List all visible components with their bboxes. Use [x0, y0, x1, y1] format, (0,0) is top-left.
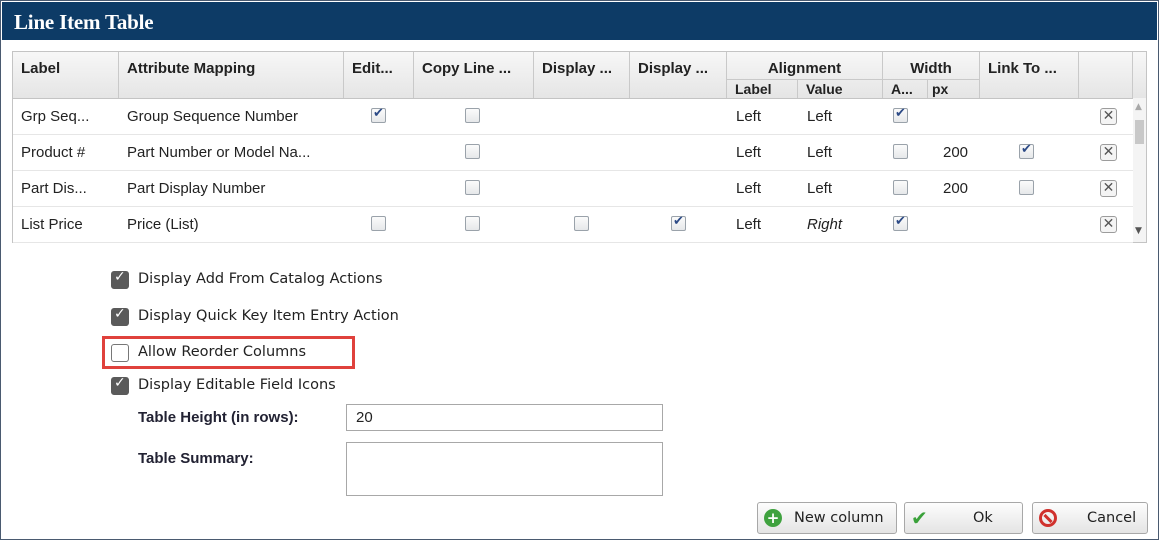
delete-row-close-icon[interactable]: ✕: [1100, 144, 1117, 161]
highlight-box: [102, 336, 355, 369]
option-label[interactable]: Display Add From Catalog Actions: [138, 271, 383, 287]
grid-header: Label Attribute Mapping Edit... Copy Lin…: [13, 52, 1146, 99]
cell-label[interactable]: Product #: [21, 144, 85, 161]
new-column-button-label: New column: [794, 510, 884, 526]
cell-alignment-value[interactable]: Left: [807, 180, 832, 197]
editable-checkbox[interactable]: [371, 106, 386, 123]
delete-row-close-icon[interactable]: ✕: [1100, 216, 1117, 233]
cell-label[interactable]: Part Dis...: [21, 180, 87, 197]
option-label[interactable]: Display Editable Field Icons: [138, 377, 336, 393]
copy-line-checkbox[interactable]: [465, 180, 480, 195]
cell-label[interactable]: List Price: [21, 216, 83, 233]
scroll-up-arrow-icon[interactable]: ▲: [1135, 102, 1142, 112]
cancel-button[interactable]: Cancel: [1032, 502, 1148, 534]
dialog-title-bar[interactable]: Line Item Table: [2, 2, 1157, 40]
scroll-down-arrow-icon[interactable]: ▼: [1135, 226, 1142, 236]
col-header-display-1[interactable]: Display ...: [534, 52, 630, 98]
cell-alignment-value[interactable]: Left: [807, 108, 832, 125]
subheader-width-px: px: [928, 79, 980, 98]
cell-alignment-label[interactable]: Left: [736, 216, 761, 233]
ok-button[interactable]: ✔ Ok: [904, 502, 1023, 534]
subheader-alignment-value: Value: [798, 79, 883, 98]
cancel-button-label: Cancel: [1087, 510, 1137, 526]
link-to-checkbox[interactable]: [1019, 180, 1034, 195]
copy-line-checkbox[interactable]: [465, 216, 480, 231]
table-height-input[interactable]: 20: [346, 404, 663, 431]
subheader-width-auto: A...: [883, 79, 928, 98]
columns-grid: Label Attribute Mapping Edit... Copy Lin…: [12, 51, 1147, 243]
col-header-attribute-mapping[interactable]: Attribute Mapping: [119, 52, 344, 98]
col-header-copy-line[interactable]: Copy Line ...: [414, 52, 534, 98]
cell-alignment-label[interactable]: Left: [736, 180, 761, 197]
cell-label[interactable]: Grp Seq...: [21, 108, 89, 125]
scroll-thumb[interactable]: [1135, 120, 1144, 144]
dialog-title: Line Item Table: [14, 10, 154, 34]
cell-attribute-mapping[interactable]: Part Display Number: [127, 180, 265, 197]
display-1-checkbox[interactable]: [574, 216, 589, 231]
option-checkbox[interactable]: [111, 269, 129, 289]
col-header-link-to[interactable]: Link To ...: [980, 52, 1079, 98]
cell-alignment-value[interactable]: Left: [807, 144, 832, 161]
editable-checkbox[interactable]: [371, 216, 386, 231]
option-checkbox[interactable]: [111, 306, 129, 326]
copy-line-checkbox[interactable]: [465, 144, 480, 159]
width-auto-checkbox[interactable]: [893, 180, 908, 195]
table-row[interactable]: Grp Seq... Group Sequence Number Left Left ✕: [13, 99, 1133, 135]
cell-attribute-mapping[interactable]: Price (List): [127, 216, 199, 233]
delete-row-close-icon[interactable]: ✕: [1100, 108, 1117, 125]
cell-alignment-value[interactable]: Right: [807, 216, 842, 233]
display-2-checkbox[interactable]: [671, 214, 686, 231]
copy-line-checkbox[interactable]: [465, 108, 480, 123]
line-item-table-dialog: Line Item Table Label Attribute Mapping …: [0, 0, 1159, 540]
delete-row-close-icon[interactable]: ✕: [1100, 180, 1117, 197]
col-header-actions: [1079, 52, 1133, 98]
no-entry-icon: [1039, 509, 1057, 527]
subheader-alignment-label: Label: [727, 79, 798, 98]
option-checkbox[interactable]: [111, 375, 129, 395]
table-height-label: Table Height (in rows):: [138, 409, 299, 426]
grid-vertical-scrollbar[interactable]: ▲ ▼: [1133, 98, 1146, 242]
cell-width-px[interactable]: 200: [943, 144, 968, 161]
plus-circle-icon: +: [764, 509, 782, 527]
cell-attribute-mapping[interactable]: Group Sequence Number: [127, 108, 298, 125]
table-summary-label: Table Summary:: [138, 450, 254, 467]
link-to-checkbox[interactable]: [1019, 142, 1034, 159]
col-header-label[interactable]: Label: [13, 52, 119, 98]
option-label[interactable]: Display Quick Key Item Entry Action: [138, 308, 399, 324]
cell-attribute-mapping[interactable]: Part Number or Model Na...: [127, 144, 310, 161]
table-row[interactable]: Part Dis... Part Display Number Left Left 20…: [13, 171, 1133, 207]
width-auto-checkbox[interactable]: [893, 106, 908, 123]
table-row[interactable]: List Price Price (List) Left Right ✕: [13, 207, 1133, 243]
cell-alignment-label[interactable]: Left: [736, 108, 761, 125]
width-auto-checkbox[interactable]: [893, 214, 908, 231]
table-summary-textarea[interactable]: [346, 442, 663, 496]
checkmark-icon: ✔: [911, 506, 928, 530]
cell-width-px[interactable]: 200: [943, 180, 968, 197]
col-header-editable[interactable]: Edit...: [344, 52, 414, 98]
cell-alignment-label[interactable]: Left: [736, 144, 761, 161]
table-row[interactable]: Product # Part Number or Model Na... Left L…: [13, 135, 1133, 171]
col-header-display-2[interactable]: Display ...: [630, 52, 727, 98]
width-auto-checkbox[interactable]: [893, 144, 908, 159]
ok-button-label: Ok: [973, 510, 993, 526]
new-column-button[interactable]: + New column: [757, 502, 897, 534]
